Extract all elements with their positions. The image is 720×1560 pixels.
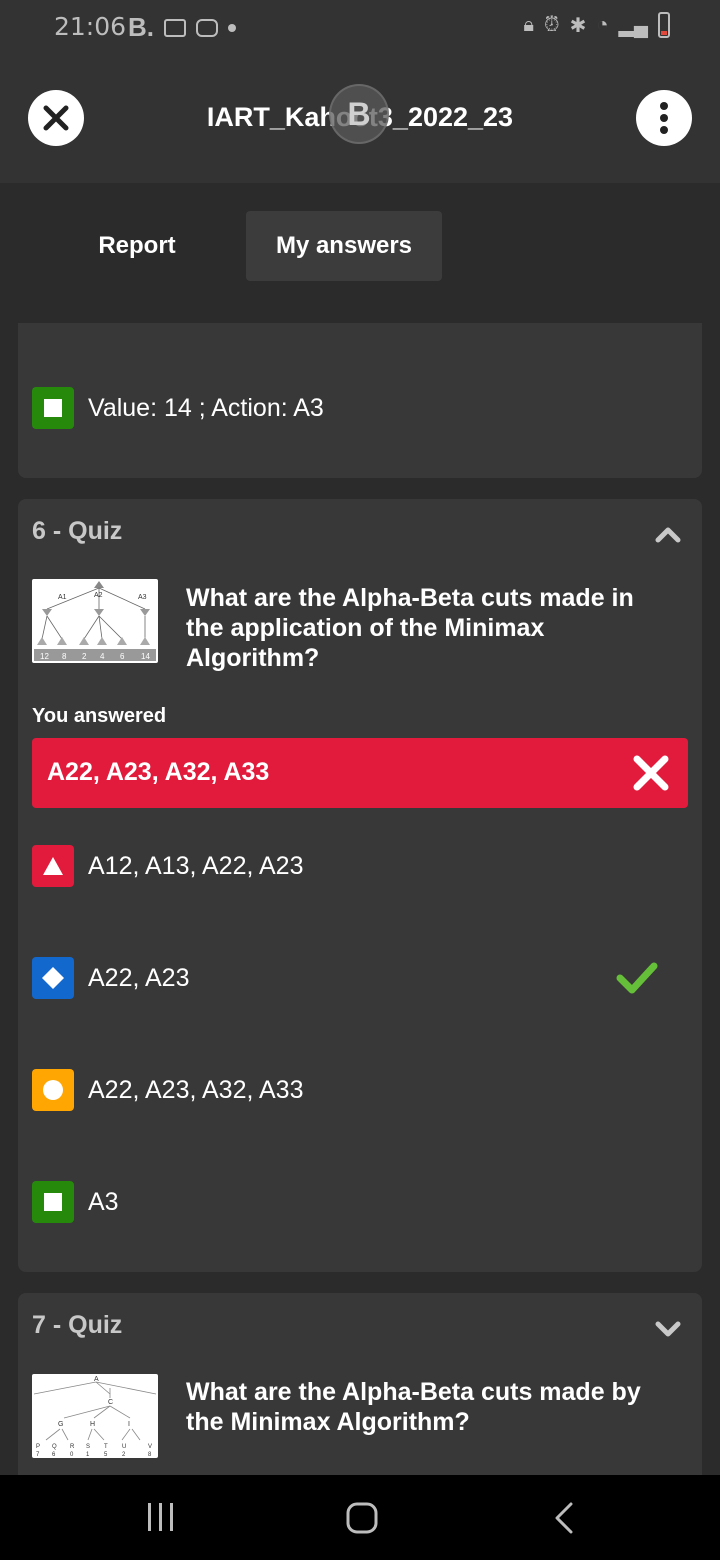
leaf-value: 14 <box>141 652 150 661</box>
option-text: A22, A23 <box>88 963 190 992</box>
leaf-value: 2 <box>82 652 87 661</box>
square-shape-icon <box>32 387 74 429</box>
answer-option-2: A22, A23 <box>32 957 189 999</box>
leaf-value: 8 <box>62 652 67 661</box>
node-label: I <box>128 1421 130 1428</box>
minimax-tree-image: A1 A2 A3 12 8 2 4 6 14 <box>34 581 156 661</box>
question-card-previous: Value: 14 ; Action: A3 <box>18 323 702 478</box>
signal-icon: ▂▄ <box>618 14 648 37</box>
circle-shape-icon <box>32 1069 74 1111</box>
chevron-down-icon[interactable] <box>654 1315 682 1343</box>
app-bar: IART_Kahoot3_2022_23 B <box>0 56 720 183</box>
leaf-value: 12 <box>40 652 49 661</box>
node-label: A1 <box>58 594 67 601</box>
leaf-label: S <box>86 1444 90 1450</box>
question-thumbnail: A1 A2 A3 12 8 2 4 6 14 <box>32 579 158 663</box>
leaf-value: 6 <box>52 1452 56 1458</box>
node-label: A2 <box>94 592 103 599</box>
more-vertical-icon <box>660 102 668 134</box>
tab-my-answers[interactable]: My answers <box>246 211 442 281</box>
leaf-value: 5 <box>104 1452 108 1458</box>
leaf-value: 2 <box>122 1452 126 1458</box>
your-answer-bar: A22, A23, A32, A33 <box>32 738 688 808</box>
correct-check-icon <box>616 962 658 994</box>
you-answered-label: You answered <box>32 705 167 727</box>
leaf-label: Q <box>52 1444 57 1450</box>
leaf-value: 0 <box>70 1452 74 1458</box>
b-app-icon: B. <box>128 12 154 42</box>
tab-bar: Report My answers <box>0 183 720 323</box>
question-text: What are the Alpha-Beta cuts made in the… <box>186 584 634 672</box>
alarm-icon: ⏰︎ <box>543 13 560 36</box>
home-icon[interactable] <box>345 1501 379 1535</box>
answer-option-3: A22, A23, A32, A33 <box>32 1069 303 1111</box>
node-label: A3 <box>138 594 147 601</box>
leaf-label: P <box>36 1444 40 1450</box>
more-options-button[interactable] <box>636 90 692 146</box>
leaf-value: 4 <box>100 652 105 661</box>
gallery-icon <box>164 18 186 37</box>
triangle-shape-icon <box>32 845 74 887</box>
leaf-label: T <box>104 1444 108 1450</box>
node-label: C <box>108 1399 113 1406</box>
node-label: G <box>58 1421 63 1428</box>
chevron-up-icon[interactable] <box>654 521 682 549</box>
bluetooth-icon: ✱ <box>569 14 587 37</box>
your-answer-text: A22, A23, A32, A33 <box>47 758 270 786</box>
minimax-tree-image: A C G H I P Q R S T U V 7 6 0 1 5 2 8 <box>33 1376 157 1458</box>
leaf-value: 6 <box>120 652 125 661</box>
instagram-icon <box>196 18 218 37</box>
answer-option-4: A3 <box>32 1181 119 1223</box>
option-text: Value: 14 ; Action: A3 <box>88 393 324 422</box>
question-card-7[interactable]: 7 - Quiz A C G H I P Q R S T U V 7 6 0 1… <box>18 1293 702 1493</box>
status-time: 21:06 <box>54 12 127 41</box>
leaf-value: 1 <box>86 1452 90 1458</box>
status-bar: 21:06 B. 🔒︎ ⏰︎ ✱ ◔ ▂▄ <box>0 0 720 56</box>
option-text: A22, A23, A32, A33 <box>88 1075 304 1104</box>
answer-option: Value: 14 ; Action: A3 <box>32 387 324 429</box>
incorrect-x-icon <box>633 755 669 791</box>
recent-apps-icon[interactable] <box>146 1501 176 1533</box>
leaf-label: R <box>70 1444 75 1450</box>
question-thumbnail: A C G H I P Q R S T U V 7 6 0 1 5 2 8 <box>32 1374 158 1458</box>
battery-icon <box>658 12 670 38</box>
leaf-value: 7 <box>36 1452 40 1458</box>
question-card-6[interactable]: 6 - Quiz A1 A2 A3 12 8 2 4 6 14 What are… <box>18 499 702 1272</box>
tab-report[interactable]: Report <box>72 211 202 281</box>
option-text: A3 <box>88 1187 119 1216</box>
leaf-value: 8 <box>148 1452 152 1458</box>
question-header: 7 - Quiz <box>32 1311 123 1339</box>
node-label: H <box>90 1421 95 1428</box>
square-shape-icon <box>32 1181 74 1223</box>
leaf-label: V <box>148 1444 152 1450</box>
answer-option-1: A12, A13, A22, A23 <box>32 845 303 887</box>
back-icon[interactable] <box>552 1501 576 1535</box>
status-notification-icons: B. <box>128 12 236 43</box>
diamond-shape-icon <box>32 957 74 999</box>
question-header: 6 - Quiz <box>32 517 123 545</box>
status-system-icons: 🔒︎ ⏰︎ ✱ ◔ ▂▄ <box>523 12 670 38</box>
question-text: What are the Alpha-Beta cuts made by the… <box>186 1378 641 1436</box>
system-navigation-bar <box>0 1475 720 1560</box>
leaf-label: U <box>122 1444 126 1450</box>
avatar[interactable]: B <box>329 84 389 144</box>
lock-icon: 🔒︎ <box>523 13 534 36</box>
option-text: A12, A13, A22, A23 <box>88 851 304 880</box>
wifi-icon: ◔ <box>596 13 609 36</box>
more-notifications-dot-icon <box>228 23 236 32</box>
